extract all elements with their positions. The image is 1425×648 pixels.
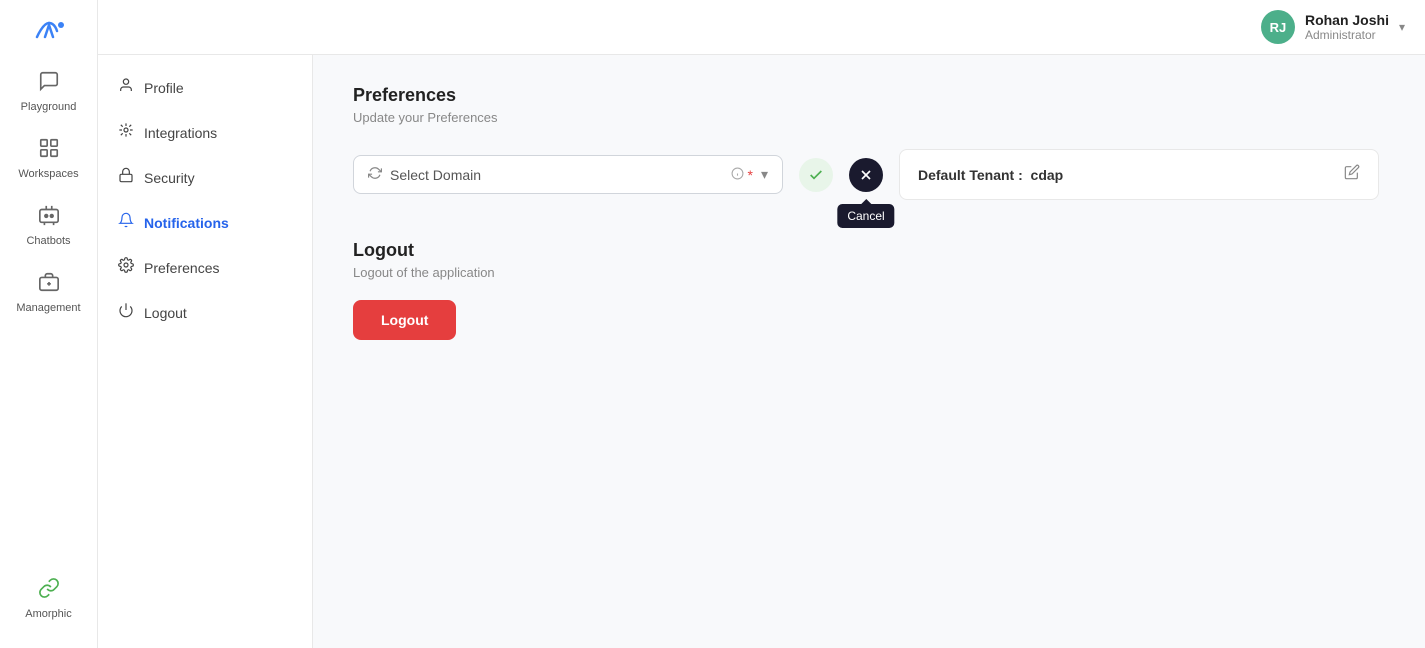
settings-sidebar: Profile Integrations S bbox=[98, 55, 313, 648]
amorphic-label: Amorphic bbox=[25, 608, 71, 620]
content-area: Profile Integrations S bbox=[98, 55, 1425, 648]
default-tenant-text: Default Tenant : cdap bbox=[918, 167, 1063, 183]
settings-item-logout[interactable]: Logout bbox=[98, 290, 312, 335]
sidebar-item-workspaces[interactable]: Workspaces bbox=[9, 127, 89, 190]
preferences-section: Preferences Update your Preferences Sele… bbox=[353, 85, 1385, 200]
sidebar-item-workspaces-label: Workspaces bbox=[18, 168, 78, 180]
main-wrapper: RJ Rohan Joshi Administrator ▾ Profile bbox=[98, 0, 1425, 648]
power-icon bbox=[118, 302, 134, 323]
user-role: Administrator bbox=[1305, 28, 1389, 42]
sidebar-item-chatbots[interactable]: Chatbots bbox=[9, 194, 89, 257]
confirm-button[interactable] bbox=[799, 158, 833, 192]
logout-title: Logout bbox=[353, 240, 1385, 261]
settings-item-notifications[interactable]: Notifications bbox=[98, 200, 312, 245]
settings-item-security[interactable]: Security bbox=[98, 155, 312, 200]
select-domain-dropdown[interactable]: Select Domain * ▾ bbox=[353, 155, 783, 194]
user-details: Rohan Joshi Administrator bbox=[1305, 12, 1389, 43]
notifications-label: Notifications bbox=[144, 215, 229, 231]
bell-icon bbox=[118, 212, 134, 233]
logout-subtitle: Logout of the application bbox=[353, 265, 1385, 280]
user-avatar: RJ bbox=[1261, 10, 1295, 44]
settings-item-integrations[interactable]: Integrations bbox=[98, 110, 312, 155]
logout-button[interactable]: Logout bbox=[353, 300, 456, 340]
required-marker: * bbox=[748, 167, 753, 183]
management-icon bbox=[38, 271, 60, 298]
amorphic-icon bbox=[38, 577, 60, 604]
chatbots-icon bbox=[38, 204, 60, 231]
lock-icon bbox=[118, 167, 134, 188]
default-tenant-card: Default Tenant : cdap bbox=[899, 149, 1379, 200]
preferences-row: Select Domain * ▾ bbox=[353, 149, 1385, 200]
playground-icon bbox=[38, 70, 60, 97]
cancel-button-wrapper: Cancel bbox=[849, 158, 883, 192]
integrations-label: Integrations bbox=[144, 125, 217, 141]
logout-section: Logout Logout of the application Logout bbox=[353, 240, 1385, 340]
chevron-down-icon: ▾ bbox=[1399, 20, 1405, 34]
gear-icon bbox=[118, 257, 134, 278]
top-header: RJ Rohan Joshi Administrator ▾ bbox=[98, 0, 1425, 55]
dropdown-chevron-icon: ▾ bbox=[761, 166, 768, 183]
preferences-subtitle: Update your Preferences bbox=[353, 110, 1385, 125]
sidebar-bottom: Amorphic bbox=[9, 569, 89, 638]
profile-label: Profile bbox=[144, 80, 184, 96]
workspaces-icon bbox=[38, 137, 60, 164]
main-content: Preferences Update your Preferences Sele… bbox=[313, 55, 1425, 648]
user-menu[interactable]: RJ Rohan Joshi Administrator ▾ bbox=[1261, 10, 1405, 44]
sidebar-item-playground[interactable]: Playground bbox=[9, 60, 89, 123]
cancel-tooltip: Cancel bbox=[837, 204, 894, 228]
person-icon bbox=[118, 77, 134, 98]
left-sidebar: Playground Workspaces Chatbots bbox=[0, 0, 98, 648]
sidebar-item-amorphic[interactable]: Amorphic bbox=[9, 569, 89, 628]
info-icon bbox=[731, 167, 744, 183]
user-name: Rohan Joshi bbox=[1305, 12, 1389, 29]
settings-item-profile[interactable]: Profile bbox=[98, 65, 312, 110]
preferences-label: Preferences bbox=[144, 260, 219, 276]
cancel-button[interactable] bbox=[849, 158, 883, 192]
sidebar-item-playground-label: Playground bbox=[21, 101, 77, 113]
select-domain-text: Select Domain bbox=[390, 167, 731, 183]
edit-icon[interactable] bbox=[1344, 164, 1360, 185]
integrations-icon bbox=[118, 122, 134, 143]
settings-item-preferences[interactable]: Preferences bbox=[98, 245, 312, 290]
security-label: Security bbox=[144, 170, 195, 186]
logout-menu-label: Logout bbox=[144, 305, 187, 321]
refresh-icon bbox=[368, 166, 382, 183]
sidebar-item-management-label: Management bbox=[16, 302, 80, 314]
preferences-title: Preferences bbox=[353, 85, 1385, 106]
sidebar-item-management[interactable]: Management bbox=[9, 261, 89, 324]
sidebar-item-chatbots-label: Chatbots bbox=[26, 235, 70, 247]
app-logo[interactable] bbox=[24, 10, 74, 50]
